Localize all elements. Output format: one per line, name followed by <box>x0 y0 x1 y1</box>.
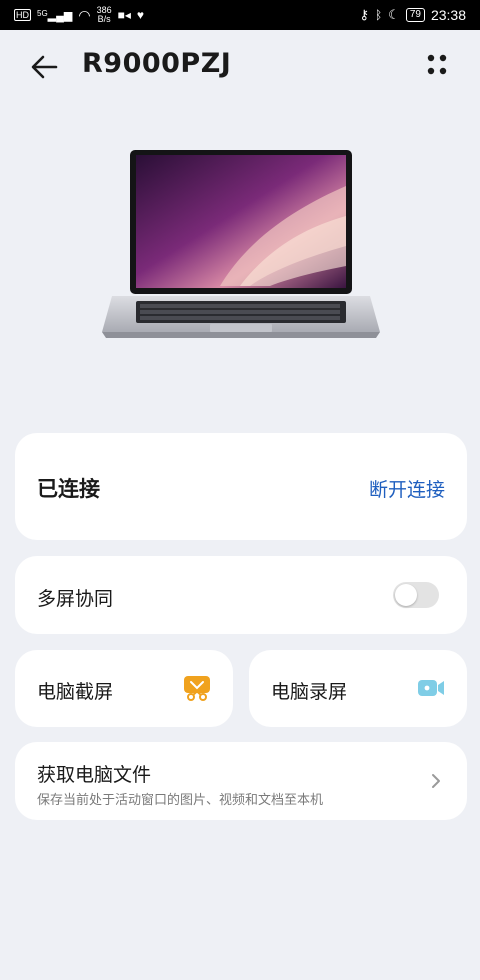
disconnect-button[interactable]: 断开连接 <box>369 475 445 502</box>
get-pc-files-subtitle: 保存当前处于活动窗口的图片、视频和文档至本机 <box>37 793 324 808</box>
connection-status: 已连接 <box>37 477 100 501</box>
heart-icon: ♥ <box>136 8 145 22</box>
chevron-right-icon <box>432 774 440 788</box>
multi-screen-toggle[interactable] <box>393 582 439 608</box>
header: R9000PZJ <box>0 30 480 102</box>
pc-screenshot-label: 电脑截屏 <box>37 681 114 703</box>
multi-screen-card: 多屏协同 <box>15 556 467 634</box>
key-icon: ⚷ <box>359 7 369 22</box>
more-dots-icon <box>427 54 447 75</box>
wifi-icon: ◠ <box>78 6 91 23</box>
screenshot-scissors-icon <box>184 676 210 701</box>
signal-icon: 5G▂▄▆ <box>37 8 73 22</box>
connection-card: 已连接 断开连接 <box>15 433 467 540</box>
back-arrow-icon <box>31 55 58 79</box>
video-icon: ■◂ <box>117 8 131 22</box>
get-pc-files-title: 获取电脑文件 <box>37 764 152 786</box>
status-bar: HD 5G▂▄▆ ◠ 386 B/s ■◂ ♥ ⚷ ᛒ ☾ 79 23:38 <box>0 0 480 30</box>
get-pc-files-card[interactable]: 获取电脑文件 保存当前处于活动窗口的图片、视频和文档至本机 <box>15 742 467 820</box>
network-speed: 386 B/s <box>96 5 112 24</box>
hd-badge: HD <box>14 9 31 21</box>
status-right: ⚷ ᛒ ☾ 79 23:38 <box>359 7 466 23</box>
laptop-image <box>102 150 380 338</box>
more-options-button[interactable] <box>420 50 454 80</box>
status-left: HD 5G▂▄▆ ◠ 386 B/s ■◂ ♥ <box>14 6 144 24</box>
page-title: R9000PZJ <box>82 48 232 79</box>
pc-record-tile[interactable]: 电脑录屏 <box>249 650 467 727</box>
video-camera-icon <box>418 680 444 696</box>
toggle-knob <box>395 584 417 606</box>
back-button[interactable] <box>28 50 62 84</box>
clock: 23:38 <box>430 7 466 23</box>
pc-screenshot-tile[interactable]: 电脑截屏 <box>15 650 233 727</box>
pc-record-label: 电脑录屏 <box>271 681 348 703</box>
moon-icon: ☾ <box>388 7 400 22</box>
bluetooth-icon: ᛒ <box>374 8 383 22</box>
multi-screen-label: 多屏协同 <box>37 588 114 610</box>
battery-icon: 79 <box>405 8 425 22</box>
